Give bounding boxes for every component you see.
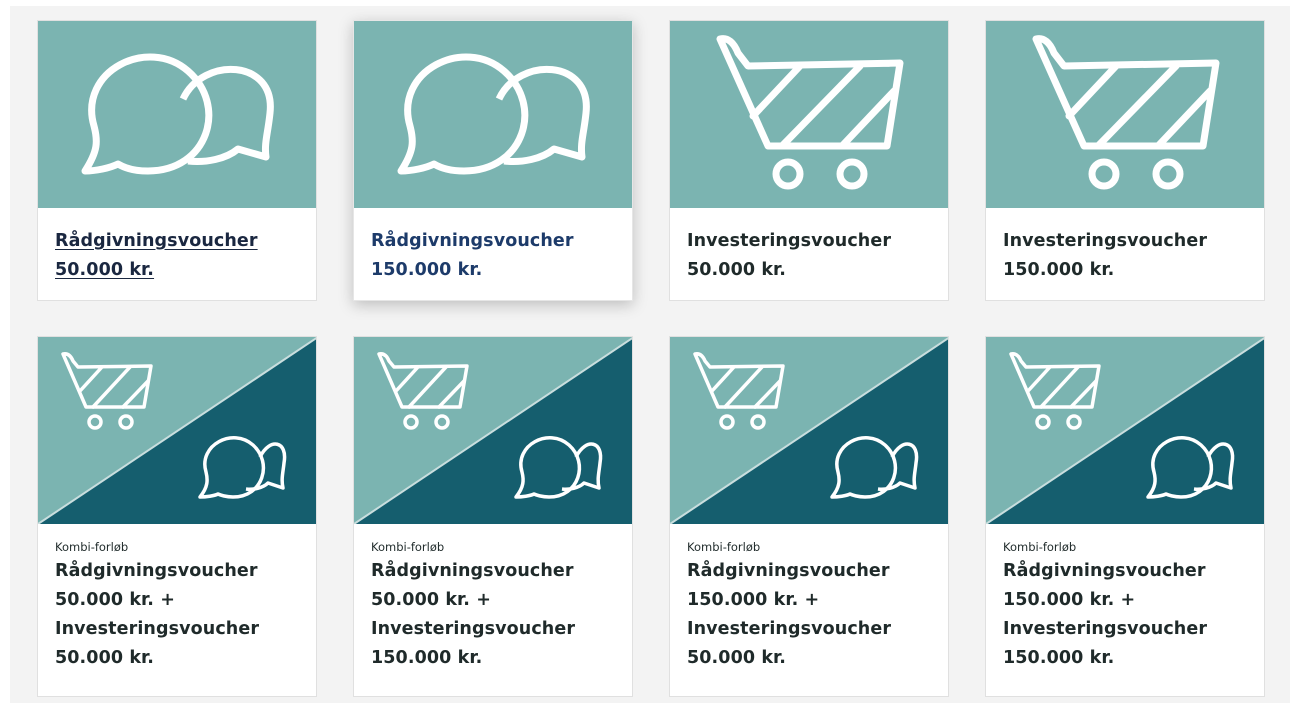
card-title-line: 50.000 kr. + — [371, 590, 491, 610]
card-title-line: Rådgivningsvoucher — [55, 561, 258, 581]
voucher-card-kombi-50000-50000[interactable]: Kombi-forløb Rådgivningsvoucher 50.000 k… — [37, 336, 317, 697]
kombi-label: Kombi-forløb — [687, 540, 761, 554]
shopping-cart-icon — [716, 35, 904, 190]
chat-bubbles-icon — [81, 53, 274, 175]
card-title-line: Rådgivningsvoucher — [1003, 561, 1206, 581]
card-title-line: Rådgivningsvoucher — [687, 561, 890, 581]
card-title-line: 150.000 kr. — [1003, 648, 1115, 668]
kombi-label: Kombi-forløb — [55, 540, 129, 554]
card-image — [38, 21, 316, 208]
card-title-line: Investeringsvoucher — [687, 619, 892, 639]
card-image — [670, 337, 948, 524]
voucher-card-kombi-150000-50000[interactable]: Kombi-forløb Rådgivningsvoucher 150.000 … — [669, 336, 949, 697]
card-image — [354, 337, 632, 524]
cart-and-chat-icon — [986, 337, 1264, 524]
voucher-card-kombi-150000-150000[interactable]: Kombi-forløb Rådgivningsvoucher 150.000 … — [985, 336, 1265, 697]
card-title-line: Investeringsvoucher — [1003, 619, 1208, 639]
card-title-line: 150.000 kr. — [371, 260, 483, 280]
card-title-line: Rådgivningsvoucher — [371, 561, 574, 581]
chat-bubbles-icon — [397, 53, 590, 175]
shopping-cart-icon — [1032, 35, 1220, 190]
card-image — [354, 21, 632, 208]
card-title-line: 50.000 kr. + — [55, 590, 175, 610]
card-image — [38, 337, 316, 524]
cart-and-chat-icon — [354, 337, 632, 524]
card-title-line: Investeringsvoucher — [55, 619, 260, 639]
voucher-card-raadgivning-50000[interactable]: Rådgivningsvoucher 50.000 kr. — [37, 20, 317, 301]
card-image — [986, 337, 1264, 524]
card-title-line: 150.000 kr. — [371, 648, 483, 668]
card-title-line: 50.000 kr. — [55, 648, 155, 668]
card-title-line: 150.000 kr. + — [1003, 590, 1136, 610]
card-title-line: 50.000 kr. — [687, 648, 787, 668]
voucher-card-raadgivning-150000[interactable]: Rådgivningsvoucher 150.000 kr. — [353, 20, 633, 301]
voucher-card-kombi-50000-150000[interactable]: Kombi-forløb Rådgivningsvoucher 50.000 k… — [353, 336, 633, 697]
cart-and-chat-icon — [38, 337, 316, 524]
card-title-line: Investeringsvoucher — [371, 619, 576, 639]
kombi-label: Kombi-forløb — [1003, 540, 1077, 554]
cart-and-chat-icon — [670, 337, 948, 524]
card-image — [986, 21, 1264, 208]
card-title-line: 50.000 kr. — [687, 260, 787, 280]
kombi-label: Kombi-forløb — [371, 540, 445, 554]
card-title-line: 50.000 kr. — [55, 260, 155, 280]
card-title-line: Rådgivningsvoucher — [371, 231, 574, 251]
card-title-line: Investeringsvoucher — [687, 231, 892, 251]
card-image — [670, 21, 948, 208]
voucher-grid: Rådgivningsvoucher 50.000 kr. Rådgivning… — [10, 6, 1290, 703]
voucher-card-investering-50000[interactable]: Investeringsvoucher 50.000 kr. — [669, 20, 949, 301]
voucher-card-investering-150000[interactable]: Investeringsvoucher 150.000 kr. — [985, 20, 1265, 301]
card-title-line: 150.000 kr. + — [687, 590, 820, 610]
card-title-line: 150.000 kr. — [1003, 260, 1115, 280]
card-title-line: Rådgivningsvoucher — [55, 231, 258, 251]
card-title-line: Investeringsvoucher — [1003, 231, 1208, 251]
